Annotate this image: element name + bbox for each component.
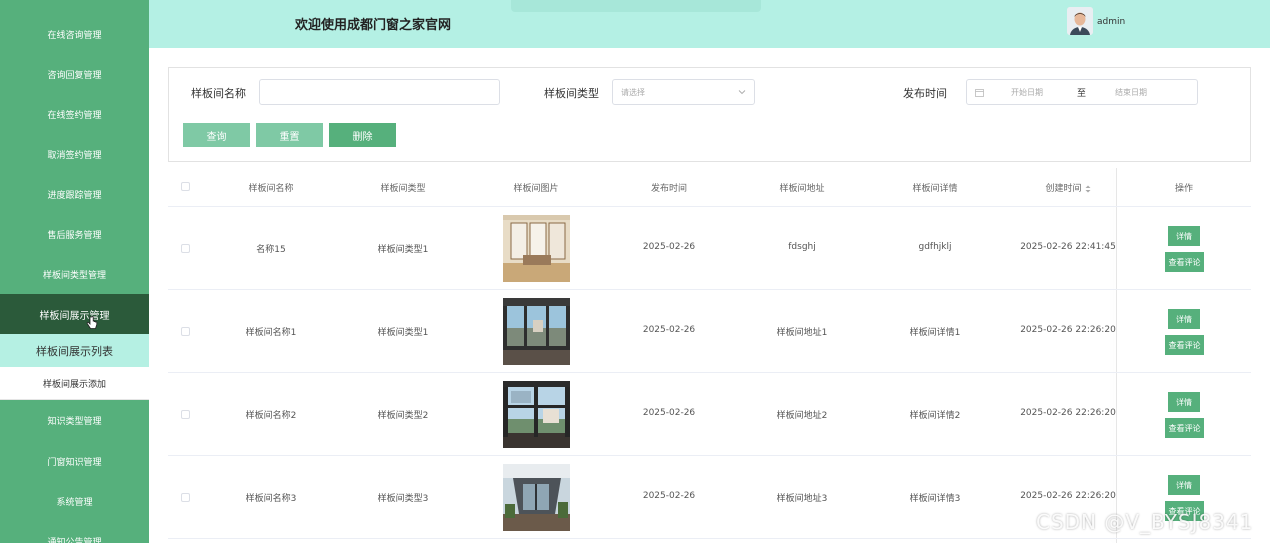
row-image[interactable] xyxy=(503,298,570,365)
sidebar-subitem-showroom-add[interactable]: 样板间展示添加 xyxy=(0,367,149,400)
sidebar-item-label: 样板间类型管理 xyxy=(42,270,106,281)
showroom-interior-image xyxy=(503,215,570,282)
sidebar-item-label: 通知公告管理 xyxy=(47,537,102,543)
sidebar-item-progress[interactable]: 进度跟踪管理 xyxy=(0,174,149,214)
column-header-actions: 操作 xyxy=(1174,184,1193,194)
showroom-window-image xyxy=(503,381,570,448)
sidebar-subitem-showroom-list[interactable]: 样板间展示列表 xyxy=(0,334,149,367)
select-all-checkbox[interactable] xyxy=(181,182,190,191)
detail-button[interactable]: 详情 xyxy=(1168,475,1200,495)
detail-button[interactable]: 详情 xyxy=(1168,309,1200,329)
sidebar-item-label: 取消签约管理 xyxy=(47,150,102,161)
table-header: 样板间名称 样板间类型 样板间图片 发布时间 样板间地址 样板间详情 创建时间 … xyxy=(168,168,1251,207)
sidebar-item-label: 样板间展示添加 xyxy=(42,379,106,390)
sidebar-item-showroom-type[interactable]: 样板间类型管理 xyxy=(0,254,149,294)
sidebar: 在线咨询管理 咨询回复管理 在线签约管理 取消签约管理 进度跟踪管理 售后服务管… xyxy=(0,0,149,543)
sidebar-item-label: 进度跟踪管理 xyxy=(47,190,102,201)
column-header-name: 样板间名称 xyxy=(248,184,294,194)
cell-created: 2025-02-26 22:26:20 xyxy=(1020,408,1116,418)
detail-button[interactable]: 详情 xyxy=(1168,392,1200,412)
cell-type: 样板间类型1 xyxy=(377,328,429,338)
sidebar-item-label: 在线咨询管理 xyxy=(47,30,102,41)
sidebar-item-notice[interactable]: 通知公告管理 xyxy=(0,521,149,543)
row-image[interactable] xyxy=(503,381,570,448)
query-button[interactable]: 查询 xyxy=(183,123,250,147)
sidebar-item-label: 样板间展示管理 xyxy=(39,310,110,322)
sort-icon[interactable] xyxy=(1085,185,1091,193)
sidebar-item-system[interactable]: 系统管理 xyxy=(0,481,149,521)
column-header-image: 样板间图片 xyxy=(513,184,559,194)
view-comments-button[interactable]: 查看评论 xyxy=(1165,252,1204,272)
table-row: 样板间名称2 样板间类型2 2025-02-26 样板间地址2 样板间详情2 2… xyxy=(168,373,1251,456)
view-comments-button[interactable]: 查看评论 xyxy=(1165,418,1204,438)
date-separator: 至 xyxy=(1077,89,1087,99)
date-end-input[interactable]: 结束日期 xyxy=(1115,87,1147,98)
date-range-picker[interactable]: 开始日期 至 结束日期 xyxy=(966,79,1198,105)
sidebar-item-label: 样板间展示列表 xyxy=(36,344,113,358)
top-header: 欢迎使用成都门窗之家官网 admin xyxy=(149,0,1270,48)
sidebar-item-label: 系统管理 xyxy=(56,497,93,508)
view-comments-button[interactable]: 查看评论 xyxy=(1165,335,1204,355)
page-title: 欢迎使用成都门窗之家官网 xyxy=(295,18,452,33)
avatar[interactable] xyxy=(1067,7,1093,35)
type-label: 样板间类型 xyxy=(544,87,599,100)
row-checkbox[interactable] xyxy=(181,493,190,502)
username[interactable]: admin xyxy=(1097,17,1125,27)
data-table: 样板间名称 样板间类型 样板间图片 发布时间 样板间地址 样板间详情 创建时间 … xyxy=(168,168,1251,543)
sidebar-item-knowledge-type[interactable]: 知识类型管理 xyxy=(0,400,149,441)
cell-type: 样板间类型3 xyxy=(377,494,429,504)
date-label: 发布时间 xyxy=(903,87,947,100)
search-panel: 样板间名称 样板间类型 请选择 发布时间 开始日期 至 结束日期 查询 重置 删… xyxy=(168,67,1251,162)
sidebar-item-label: 售后服务管理 xyxy=(47,230,102,241)
detail-button[interactable]: 详情 xyxy=(1168,226,1200,246)
reset-button[interactable]: 重置 xyxy=(256,123,323,147)
delete-button[interactable]: 删除 xyxy=(329,123,396,147)
cell-type: 样板间类型2 xyxy=(377,411,429,421)
sidebar-item-cancel-sign[interactable]: 取消签约管理 xyxy=(0,134,149,174)
name-input[interactable] xyxy=(259,79,500,105)
row-checkbox[interactable] xyxy=(181,410,190,419)
cell-created: 2025-02-26 22:26:20 xyxy=(1020,491,1116,501)
sidebar-item-after-sales[interactable]: 售后服务管理 xyxy=(0,214,149,254)
sidebar-item-label: 在线签约管理 xyxy=(47,110,102,121)
row-checkbox[interactable] xyxy=(181,327,190,336)
chevron-down-icon xyxy=(738,90,746,95)
sidebar-item-online-sign[interactable]: 在线签约管理 xyxy=(0,94,149,134)
sidebar-item-label: 知识类型管理 xyxy=(47,417,102,427)
cell-created: 2025-02-26 22:26:20 xyxy=(1020,325,1116,335)
column-header-date: 发布时间 xyxy=(650,184,687,194)
column-header-address: 样板间地址 xyxy=(779,184,825,194)
sidebar-item-label: 咨询回复管理 xyxy=(47,70,102,81)
name-label: 样板间名称 xyxy=(191,87,246,100)
type-select-placeholder: 请选择 xyxy=(621,88,645,97)
cell-type: 样板间类型1 xyxy=(377,245,429,255)
notification-toast xyxy=(511,0,761,12)
cell-created: 2025-02-26 22:41:45 xyxy=(1020,242,1116,252)
column-header-created-label: 创建时间 xyxy=(1045,184,1082,194)
sidebar-item-label: 门窗知识管理 xyxy=(47,457,102,468)
table-row: 名称15 样板间类型1 2025-02-26 fdsghj gdfhjklj 2… xyxy=(168,207,1251,290)
sidebar-item-online-consult[interactable]: 在线咨询管理 xyxy=(0,0,149,54)
showroom-window-image xyxy=(503,298,570,365)
column-header-detail: 样板间详情 xyxy=(912,184,958,194)
table-row: 样板间名称1 样板间类型1 2025-02-26 样板间地址1 样板间详情1 2… xyxy=(168,290,1251,373)
sidebar-item-door-knowledge[interactable]: 门窗知识管理 xyxy=(0,441,149,481)
date-start-input[interactable]: 开始日期 xyxy=(1011,87,1043,98)
calendar-icon xyxy=(975,89,984,97)
column-header-type: 样板间类型 xyxy=(380,184,426,194)
user-avatar-icon xyxy=(1067,7,1093,35)
watermark: CSDN @V_BYSJ8341 xyxy=(1036,510,1254,534)
sidebar-item-consult-reply[interactable]: 咨询回复管理 xyxy=(0,54,149,94)
hand-cursor-icon xyxy=(86,316,98,329)
row-image[interactable] xyxy=(503,215,570,282)
type-select[interactable]: 请选择 xyxy=(612,79,755,105)
row-image[interactable] xyxy=(503,464,570,531)
sidebar-item-showroom-display[interactable]: 样板间展示管理 xyxy=(0,294,149,334)
showroom-exterior-image xyxy=(503,464,570,531)
row-checkbox[interactable] xyxy=(181,244,190,253)
